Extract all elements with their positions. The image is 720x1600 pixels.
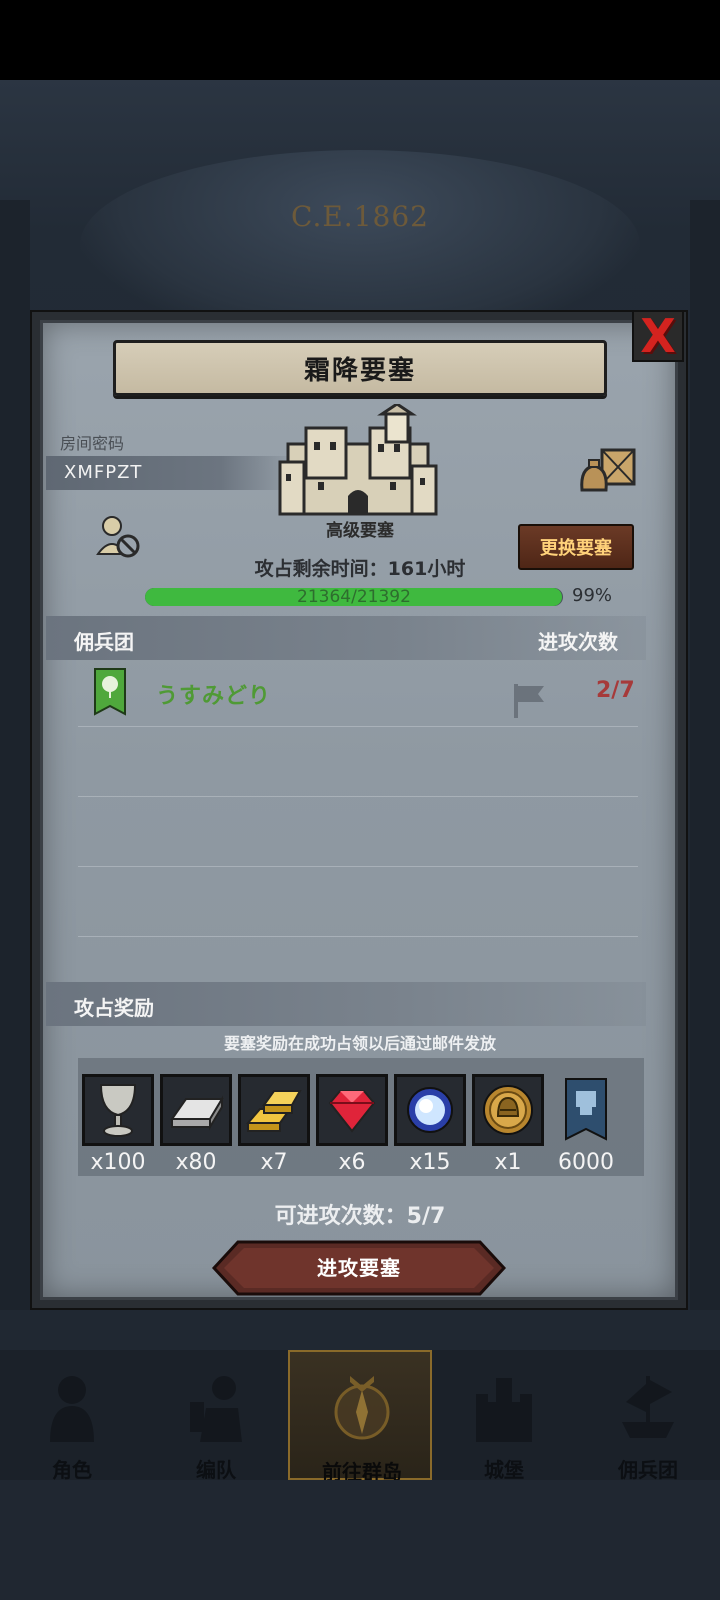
nav-label: 角色: [52, 1458, 92, 1482]
crystal-orb-icon: [394, 1074, 466, 1146]
capture-time-remaining: 攻占剩余时间：161小时: [254, 558, 466, 580]
flag-icon: [514, 684, 544, 718]
reward-note: 要塞奖励在成功占领以后通过邮件发放: [223, 1034, 496, 1053]
fortress-hp-text: 21364/21392: [297, 587, 411, 607]
reward-item[interactable]: x7: [238, 1074, 310, 1175]
attack-fortress-label: 进攻要塞: [317, 1256, 401, 1280]
reward-item[interactable]: x80: [160, 1074, 232, 1175]
bottom-background: [0, 1480, 720, 1600]
reward-item[interactable]: x15: [394, 1074, 466, 1175]
close-button[interactable]: X: [632, 310, 684, 362]
screen: C.E.1862 X 霜降要塞 房间密码 XMFPZT 高级要塞 更换要塞 攻占…: [0, 0, 720, 1600]
compass-icon: [334, 1376, 390, 1440]
fortress-hp-percent: 99%: [572, 585, 613, 606]
helmet-medal-icon: [472, 1074, 544, 1146]
reward-count: x6: [338, 1150, 366, 1175]
nav-item-islands[interactable]: 前往群岛: [288, 1350, 432, 1484]
attack-fortress-button[interactable]: 进攻要塞: [212, 1240, 506, 1296]
reward-item[interactable]: 6000: [550, 1074, 622, 1175]
reward-count: x80: [175, 1150, 217, 1175]
blocked-user-icon[interactable]: [96, 514, 142, 560]
reward-item[interactable]: x100: [82, 1074, 154, 1175]
goblet-icon: [82, 1074, 154, 1146]
dialog-title: 霜降要塞: [303, 355, 416, 386]
row-divider: [78, 936, 638, 937]
nav-label: 佣兵团: [618, 1458, 678, 1482]
formation-icon: [190, 1376, 242, 1442]
row-divider: [78, 726, 638, 727]
reward-count: x7: [260, 1150, 288, 1175]
room-password-label: 房间密码: [60, 434, 125, 453]
reward-item[interactable]: x1: [472, 1074, 544, 1175]
guild-banner-icon: [94, 668, 126, 716]
guild-attack-count: 2/7: [596, 678, 635, 703]
era-text: C.E.1862: [291, 200, 429, 233]
row-divider: [78, 866, 638, 867]
nav-item-mercenary[interactable]: 佣兵团: [576, 1350, 720, 1482]
mercenary-header: 佣兵团: [74, 630, 134, 654]
close-icon: X: [640, 309, 676, 363]
nav-item-character[interactable]: 角色: [0, 1350, 144, 1482]
reward-item[interactable]: x6: [316, 1074, 388, 1175]
fortress-tier: 高级要塞: [326, 521, 394, 541]
reward-count: x1: [494, 1150, 522, 1175]
attack-count-header: 进攻次数: [538, 630, 618, 654]
loot-bag-icon[interactable]: [578, 444, 638, 494]
remaining-attacks: 可进攻次数：5/7: [274, 1204, 446, 1229]
nav-item-formation[interactable]: 编队: [144, 1350, 288, 1482]
row-divider: [78, 796, 638, 797]
nav-label: 城堡: [484, 1458, 524, 1482]
reward-count: 6000: [558, 1150, 614, 1175]
knight-icon: [50, 1376, 94, 1442]
ship-icon: [622, 1376, 674, 1438]
guild-name[interactable]: うすみどり: [156, 678, 271, 710]
background-side-right: [690, 200, 720, 1310]
reward-header: 攻占奖励: [74, 996, 154, 1020]
background-side-left: [0, 200, 30, 1310]
ruby-gem-icon: [316, 1074, 388, 1146]
change-fortress-label: 更换要塞: [540, 538, 612, 559]
castle-icon: [476, 1378, 532, 1442]
room-password-code[interactable]: XMFPZT: [64, 462, 142, 483]
iron-ingot-icon: [160, 1074, 232, 1146]
nav-label: 编队: [196, 1458, 236, 1482]
title-banner: 霜降要塞: [113, 340, 607, 396]
guild-banner-reward-icon: [550, 1074, 622, 1146]
gold-bars-icon: [238, 1074, 310, 1146]
reward-count: x15: [409, 1150, 451, 1175]
fortress-castle-icon: [278, 404, 438, 516]
reward-count: x100: [90, 1150, 146, 1175]
nav-item-castle[interactable]: 城堡: [432, 1350, 576, 1482]
